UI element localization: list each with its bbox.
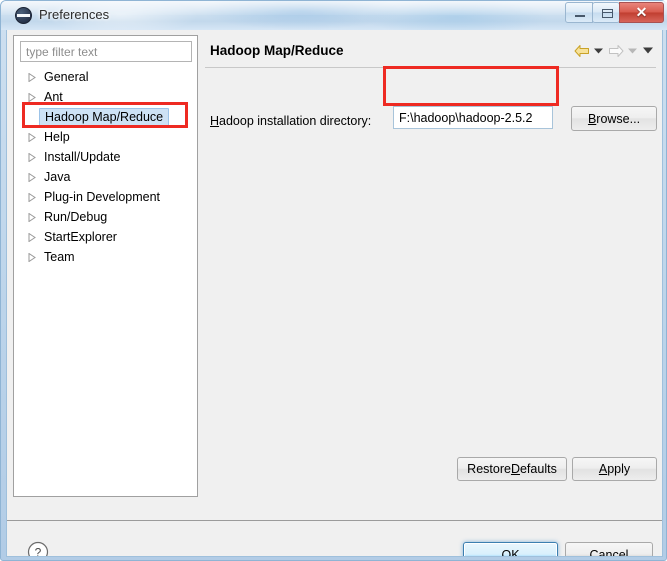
expander-arrow-icon[interactable] <box>28 172 42 182</box>
back-arrow-icon[interactable] <box>573 42 590 59</box>
preference-page-hadoop-map-reduce: Hadoop Map/Reduce Hadoop installation di… <box>203 35 658 497</box>
restore-icon <box>602 9 613 18</box>
page-navigation-toolbar <box>573 42 654 59</box>
hadoop-installation-directory-input[interactable] <box>393 106 553 129</box>
eclipse-icon <box>15 7 32 24</box>
expander-arrow-icon[interactable] <box>28 152 42 162</box>
tree-item-label: Ant <box>44 90 63 104</box>
tree-item-label: Hadoop Map/Reduce <box>39 107 170 127</box>
tree-item-java[interactable]: Java <box>14 167 197 187</box>
preferences-tree: General Ant Hadoop Map/Reduce Help Insta… <box>14 67 197 267</box>
apply-after: pply <box>607 462 631 476</box>
hadoop-installation-directory-label: Hadoop installation directory: <box>210 114 371 128</box>
expander-arrow-icon[interactable] <box>28 192 42 202</box>
tree-item-ant[interactable]: Ant <box>14 87 197 107</box>
minimize-icon <box>575 15 585 17</box>
expander-arrow-icon[interactable] <box>28 252 42 262</box>
tree-item-label: Plug-in Development <box>44 190 161 204</box>
browse-mnemonic: B <box>587 111 597 126</box>
tree-item-label: Install/Update <box>44 150 121 164</box>
expander-arrow-icon[interactable] <box>28 132 42 142</box>
tree-item-startexplorer[interactable]: StartExplorer <box>14 227 197 247</box>
tree-item-plug-in-development[interactable]: Plug-in Development <box>14 187 197 207</box>
restore-button[interactable] <box>592 2 620 23</box>
tree-item-general[interactable]: General <box>14 67 197 87</box>
tree-item-label: Run/Debug <box>44 210 108 224</box>
label-mnemonic: H <box>210 114 220 128</box>
tree-item-help[interactable]: Help <box>14 127 197 147</box>
back-history-chevron-down-icon[interactable] <box>592 42 605 59</box>
help-icon[interactable]: ? <box>27 541 49 558</box>
label-rest: adoop installation directory: <box>219 114 372 128</box>
filter-input[interactable] <box>20 41 192 62</box>
expander-arrow-icon[interactable] <box>28 232 42 242</box>
window-title: Preferences <box>39 7 110 22</box>
tree-item-team[interactable]: Team <box>14 247 197 267</box>
dialog-client-area: General Ant Hadoop Map/Reduce He <box>6 30 663 557</box>
tree-item-label: General <box>44 70 89 84</box>
browse-rest: rowse... <box>596 111 641 126</box>
footer-separator <box>7 520 662 521</box>
apply-mnemonic: A <box>598 462 608 476</box>
preferences-tree-panel: General Ant Hadoop Map/Reduce He <box>13 35 198 497</box>
expander-arrow-icon[interactable] <box>28 212 42 222</box>
tree-item-label: StartExplorer <box>44 230 117 244</box>
restore-defaults-button[interactable]: Restore Defaults <box>457 457 567 481</box>
browse-button[interactable]: Browse... <box>571 106 657 131</box>
tree-item-label: Help <box>44 130 70 144</box>
tree-item-hadoop-map-reduce[interactable]: Hadoop Map/Reduce <box>14 107 197 127</box>
view-menu-chevron-down-icon[interactable] <box>641 42 654 59</box>
restore-after: efaults <box>519 462 557 476</box>
close-button[interactable]: ✕ <box>619 2 664 23</box>
restore-before: Restore <box>467 462 511 476</box>
apply-button[interactable]: Apply <box>572 457 657 481</box>
window-controls: ✕ <box>565 2 664 24</box>
svg-text:?: ? <box>35 546 42 558</box>
close-icon: ✕ <box>635 4 648 20</box>
minimize-button[interactable] <box>565 2 593 23</box>
cancel-button[interactable]: Cancel <box>565 542 653 556</box>
window-titlebar[interactable]: Preferences ✕ <box>1 1 667 30</box>
tree-item-install-update[interactable]: Install/Update <box>14 147 197 167</box>
forward-history-chevron-down-icon <box>626 42 639 59</box>
tree-item-label: Team <box>44 250 75 264</box>
ok-button[interactable]: OK <box>463 542 558 556</box>
expander-arrow-icon[interactable] <box>28 72 42 82</box>
preferences-window: Preferences ✕ General <box>0 0 667 561</box>
tree-item-run-debug[interactable]: Run/Debug <box>14 207 197 227</box>
title-separator <box>205 67 656 68</box>
page-title: Hadoop Map/Reduce <box>210 43 344 58</box>
restore-mnemonic: D <box>510 462 520 476</box>
forward-arrow-icon <box>607 42 624 59</box>
expander-arrow-icon[interactable] <box>28 92 42 102</box>
tree-item-label: Java <box>44 170 71 184</box>
